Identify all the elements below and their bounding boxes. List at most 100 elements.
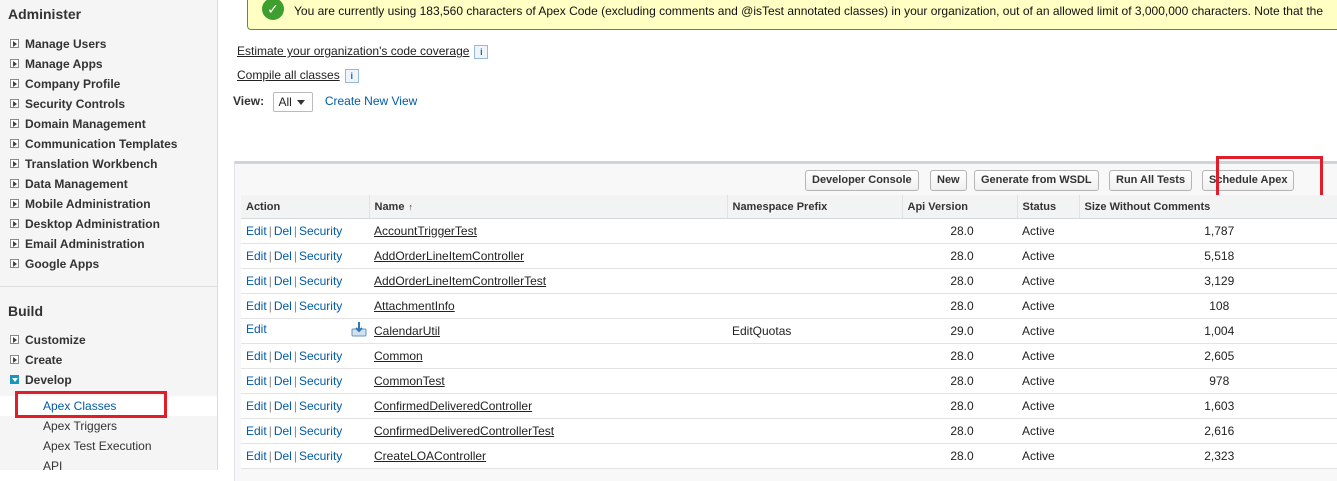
class-name-link[interactable]: ConfirmedDeliveredController xyxy=(374,399,532,413)
delete-link[interactable]: Del xyxy=(274,424,292,438)
security-link[interactable]: Security xyxy=(299,249,342,263)
table-row: Edit | Del | Security AttachmentInfo 28.0 Activ… xyxy=(241,293,1337,319)
edit-link[interactable]: Edit xyxy=(246,349,267,363)
expand-arrow-icon[interactable] xyxy=(10,259,19,269)
edit-link[interactable]: Edit xyxy=(246,449,267,463)
security-link[interactable]: Security xyxy=(299,449,342,463)
namespace-cell: EditQuotas xyxy=(727,318,902,344)
sidebar-subitem-apex-triggers[interactable]: Apex Triggers xyxy=(0,416,217,436)
class-name-link[interactable]: CreateLOAController xyxy=(374,449,486,463)
sidebar-item-translation-workbench[interactable]: Translation Workbench xyxy=(0,154,177,174)
header-size-without-comments[interactable]: Size Without Comments xyxy=(1079,195,1337,219)
edit-link[interactable]: Edit xyxy=(246,322,267,336)
delete-link[interactable]: Del xyxy=(274,249,292,263)
sidebar-item-email-administration[interactable]: Email Administration xyxy=(0,234,177,254)
class-name-link[interactable]: ConfirmedDeliveredControllerTest xyxy=(374,424,554,438)
edit-link[interactable]: Edit xyxy=(246,374,267,388)
collapse-arrow-icon[interactable] xyxy=(10,375,19,385)
expand-arrow-icon[interactable] xyxy=(10,159,19,169)
new-button[interactable]: New xyxy=(930,170,967,191)
name-cell: ConfirmedDeliveredController xyxy=(369,393,727,419)
expand-arrow-icon[interactable] xyxy=(10,179,19,189)
edit-link[interactable]: Edit xyxy=(246,399,267,413)
header-status[interactable]: Status xyxy=(1017,195,1080,219)
edit-link[interactable]: Edit xyxy=(246,299,267,313)
expand-arrow-icon[interactable] xyxy=(10,219,19,229)
class-name-link[interactable]: CommonTest xyxy=(374,374,445,388)
compile-all-classes-link[interactable]: Compile all classes xyxy=(237,68,340,82)
sidebar-item-manage-apps[interactable]: Manage Apps xyxy=(0,54,177,74)
delete-link[interactable]: Del xyxy=(274,349,292,363)
sidebar-item-develop[interactable]: Develop xyxy=(0,370,86,390)
status-cell: Active xyxy=(1017,243,1079,269)
delete-link[interactable]: Del xyxy=(274,299,292,313)
sidebar-item-google-apps[interactable]: Google Apps xyxy=(0,254,177,274)
expand-arrow-icon[interactable] xyxy=(10,39,19,49)
delete-link[interactable]: Del xyxy=(274,399,292,413)
security-link[interactable]: Security xyxy=(299,424,342,438)
expand-arrow-icon[interactable] xyxy=(10,355,19,365)
sidebar-subitem-apex-classes[interactable]: Apex Classes xyxy=(0,396,217,416)
run-all-tests-button[interactable]: Run All Tests xyxy=(1109,170,1193,191)
edit-link[interactable]: Edit xyxy=(246,274,267,288)
sidebar-subitem-api[interactable]: API xyxy=(0,456,217,470)
sidebar-item-data-management[interactable]: Data Management xyxy=(0,174,177,194)
sidebar-item-security-controls[interactable]: Security Controls xyxy=(0,94,177,114)
security-link[interactable]: Security xyxy=(299,224,342,238)
expand-arrow-icon[interactable] xyxy=(10,59,19,69)
edit-link[interactable]: Edit xyxy=(246,249,267,263)
sidebar-item-communication-templates[interactable]: Communication Templates xyxy=(0,134,177,154)
class-name-link[interactable]: Common xyxy=(374,349,423,363)
schedule-apex-button[interactable]: Schedule Apex xyxy=(1202,170,1295,191)
delete-link[interactable]: Del xyxy=(274,224,292,238)
expand-arrow-icon[interactable] xyxy=(10,139,19,149)
generate-from-wsdl-button[interactable]: Generate from WSDL xyxy=(974,170,1099,191)
security-link[interactable]: Security xyxy=(299,374,342,388)
create-new-view-link[interactable]: Create New View xyxy=(325,94,417,108)
expand-arrow-icon[interactable] xyxy=(10,199,19,209)
info-icon[interactable]: i xyxy=(344,68,359,83)
class-name-link[interactable]: AddOrderLineItemController xyxy=(374,249,524,263)
sidebar-item-manage-users[interactable]: Manage Users xyxy=(0,34,177,54)
sidebar-item-desktop-administration[interactable]: Desktop Administration xyxy=(0,214,177,234)
edit-link[interactable]: Edit xyxy=(246,424,267,438)
estimate-coverage-link[interactable]: Estimate your organization's code covera… xyxy=(237,44,469,58)
class-name-link[interactable]: AddOrderLineItemControllerTest xyxy=(374,274,546,288)
expand-arrow-icon[interactable] xyxy=(10,79,19,89)
sidebar-item-mobile-administration[interactable]: Mobile Administration xyxy=(0,194,177,214)
developer-console-button[interactable]: Developer Console xyxy=(805,170,919,191)
action-separator: | xyxy=(293,249,297,263)
expand-arrow-icon[interactable] xyxy=(10,119,19,129)
sidebar-item-create[interactable]: Create xyxy=(0,350,86,370)
class-name-link[interactable]: AttachmentInfo xyxy=(374,299,455,313)
api-version-cell: 28.0 xyxy=(902,443,1017,469)
expand-arrow-icon[interactable] xyxy=(10,99,19,109)
sidebar-subitem-apex-test-execution[interactable]: Apex Test Execution xyxy=(0,436,217,456)
sidebar-item-label: Manage Users xyxy=(25,37,107,51)
edit-link[interactable]: Edit xyxy=(246,224,267,238)
table-row: Edit | Del | Security CommonTest 28.0 Active 978 xyxy=(241,368,1337,394)
expand-arrow-icon[interactable] xyxy=(10,239,19,249)
action-cell: Edit | Del | Security xyxy=(241,343,369,369)
security-link[interactable]: Security xyxy=(299,399,342,413)
delete-link[interactable]: Del xyxy=(274,374,292,388)
header-api-version[interactable]: Api Version xyxy=(902,195,1018,219)
header-name[interactable]: Name ↑ xyxy=(369,195,728,219)
name-cell: CreateLOAController xyxy=(369,443,727,469)
delete-link[interactable]: Del xyxy=(274,274,292,288)
action-separator: | xyxy=(268,449,272,463)
action-separator: | xyxy=(293,374,297,388)
security-link[interactable]: Security xyxy=(299,299,342,313)
security-link[interactable]: Security xyxy=(299,349,342,363)
delete-link[interactable]: Del xyxy=(274,449,292,463)
security-link[interactable]: Security xyxy=(299,274,342,288)
class-name-link[interactable]: CalendarUtil xyxy=(374,324,440,338)
header-namespace-prefix[interactable]: Namespace Prefix xyxy=(727,195,903,219)
sidebar-item-company-profile[interactable]: Company Profile xyxy=(0,74,177,94)
expand-arrow-icon[interactable] xyxy=(10,335,19,345)
view-select[interactable]: All xyxy=(273,92,314,112)
sidebar-item-customize[interactable]: Customize xyxy=(0,330,86,350)
class-name-link[interactable]: AccountTriggerTest xyxy=(374,224,477,238)
sidebar-item-domain-management[interactable]: Domain Management xyxy=(0,114,177,134)
info-icon[interactable]: i xyxy=(474,44,489,59)
